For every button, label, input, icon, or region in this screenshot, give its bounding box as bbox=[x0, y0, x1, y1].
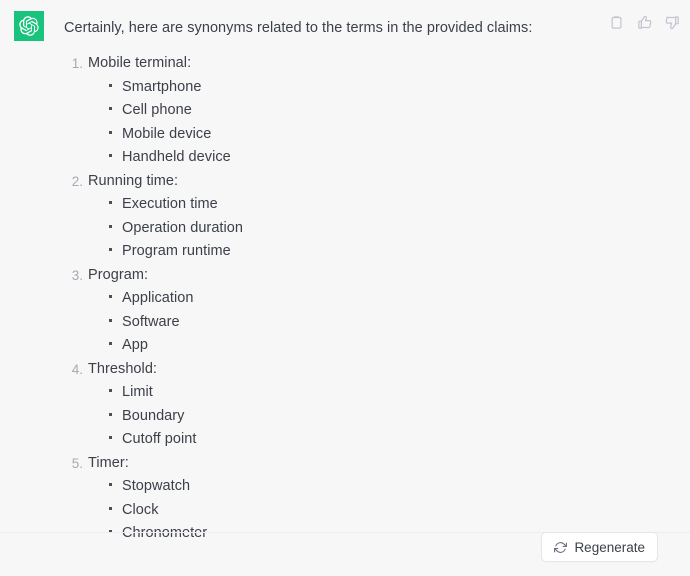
synonym-sublist: Smartphone Cell phone Mobile device Hand… bbox=[88, 76, 580, 170]
intro-paragraph: Certainly, here are synonyms related to … bbox=[64, 20, 533, 36]
list-item: Application bbox=[108, 287, 580, 311]
refresh-icon bbox=[554, 541, 568, 554]
list-item: Execution time bbox=[108, 193, 580, 217]
list-item: 4. Threshold: Limit Boundary Cutoff poin… bbox=[64, 358, 580, 452]
list-number: 2. bbox=[71, 173, 83, 189]
list-item: Handheld device bbox=[108, 146, 580, 170]
term-label: Threshold: bbox=[88, 360, 158, 377]
list-item: 2. Running time: Execution time Operatio… bbox=[64, 170, 580, 264]
assistant-message: Certainly, here are synonyms related to … bbox=[0, 0, 690, 576]
list-number: 5. bbox=[71, 455, 83, 471]
list-item: Operation duration bbox=[108, 217, 580, 241]
list-item: 1. Mobile terminal: Smartphone Cell phon… bbox=[64, 52, 580, 170]
list-item: Cell phone bbox=[108, 99, 580, 123]
term-label: Mobile terminal: bbox=[88, 55, 192, 71]
list-item: Boundary bbox=[108, 405, 580, 429]
list-item: Limit bbox=[108, 381, 580, 405]
thumbs-down-icon[interactable] bbox=[663, 13, 681, 31]
term-label: Program: bbox=[88, 266, 149, 283]
list-number: 1. bbox=[71, 56, 83, 71]
list-item: Clock bbox=[108, 499, 580, 523]
list-item: App bbox=[108, 334, 580, 358]
regenerate-label: Regenerate bbox=[574, 539, 645, 555]
synonym-sublist: Execution time Operation duration Progra… bbox=[88, 193, 580, 264]
list-item: Stopwatch bbox=[108, 475, 580, 499]
list-item: Cutoff point bbox=[108, 428, 580, 452]
message-actions bbox=[607, 13, 681, 31]
openai-logo-icon bbox=[19, 16, 39, 36]
avatar bbox=[14, 11, 44, 41]
synonym-sublist: Application Software App bbox=[88, 287, 580, 358]
regenerate-button[interactable]: Regenerate bbox=[541, 532, 658, 562]
list-number: 4. bbox=[71, 361, 83, 377]
list-item: 3. Program: Application Software App bbox=[64, 264, 580, 358]
message-content: Certainly, here are synonyms related to … bbox=[0, 18, 690, 546]
list-number: 3. bbox=[71, 267, 83, 283]
synonym-list: 1. Mobile terminal: Smartphone Cell phon… bbox=[64, 52, 580, 546]
list-item: Mobile device bbox=[108, 123, 580, 147]
term-label: Running time: bbox=[88, 172, 179, 189]
list-item: Program runtime bbox=[108, 240, 580, 264]
copy-icon[interactable] bbox=[607, 13, 625, 31]
list-item: Software bbox=[108, 311, 580, 335]
list-item: Smartphone bbox=[108, 76, 580, 100]
thumbs-up-icon[interactable] bbox=[635, 13, 653, 31]
term-label: Timer: bbox=[88, 454, 129, 471]
synonym-sublist: Limit Boundary Cutoff point bbox=[88, 381, 580, 452]
